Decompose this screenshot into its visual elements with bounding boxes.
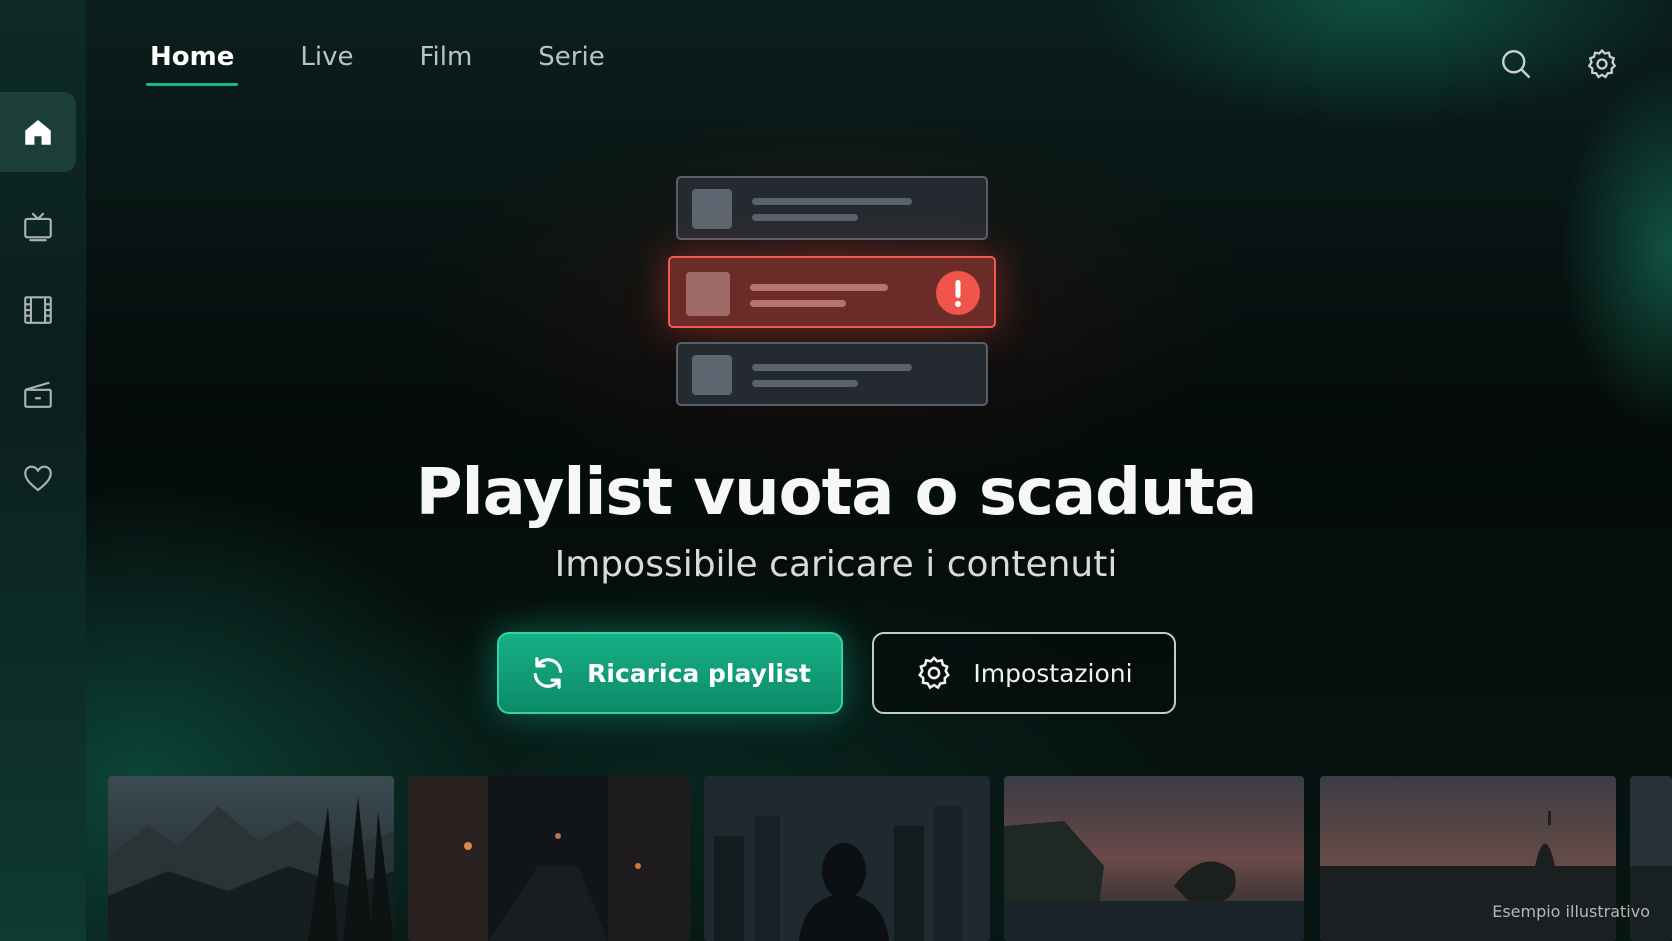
tab-serie[interactable]: Serie xyxy=(528,38,614,86)
reload-playlist-label: Ricarica playlist xyxy=(587,658,811,688)
tab-live[interactable]: Live xyxy=(290,38,363,86)
app-screen: Home Live Film Serie Playlist vuota o sc… xyxy=(0,0,1672,941)
settings-label: Impostazioni xyxy=(973,658,1133,688)
playlist-error-illustration xyxy=(668,174,1002,414)
error-subtitle: Impossibile caricare i contenuti xyxy=(554,544,1118,585)
illustrative-caption: Esempio illustrativo xyxy=(1492,902,1650,921)
poster-alley[interactable] xyxy=(408,776,690,941)
gear-icon xyxy=(1587,48,1617,79)
tab-home[interactable]: Home xyxy=(140,38,244,86)
playlist-row xyxy=(676,342,988,406)
sidebar-item-home[interactable] xyxy=(0,92,76,172)
gear-icon xyxy=(918,656,951,690)
refresh-icon xyxy=(533,657,563,689)
poster-coast[interactable] xyxy=(1004,776,1304,941)
tab-film[interactable]: Film xyxy=(409,38,482,86)
error-title: Playlist vuota o scaduta xyxy=(415,456,1258,530)
sidebar-item-series[interactable] xyxy=(0,354,76,434)
series-icon xyxy=(24,381,52,408)
reload-playlist-button[interactable]: Ricarica playlist xyxy=(497,632,843,714)
tv-icon xyxy=(24,212,52,242)
poster-city[interactable] xyxy=(704,776,990,941)
alert-icon xyxy=(936,271,980,315)
content-row xyxy=(108,776,1672,941)
search-button[interactable] xyxy=(1496,44,1536,84)
playlist-row-error xyxy=(668,256,996,328)
settings-button-secondary[interactable]: Impostazioni xyxy=(872,632,1176,714)
poster-mountains[interactable] xyxy=(108,776,394,941)
search-icon xyxy=(1502,50,1531,79)
playlist-row xyxy=(676,176,988,240)
home-icon xyxy=(25,119,51,145)
top-nav: Home Live Film Serie xyxy=(140,38,661,86)
sidebar-item-film[interactable] xyxy=(0,270,76,350)
sidebar-item-live[interactable] xyxy=(0,186,76,266)
film-icon xyxy=(24,296,52,324)
settings-button[interactable] xyxy=(1582,44,1622,84)
